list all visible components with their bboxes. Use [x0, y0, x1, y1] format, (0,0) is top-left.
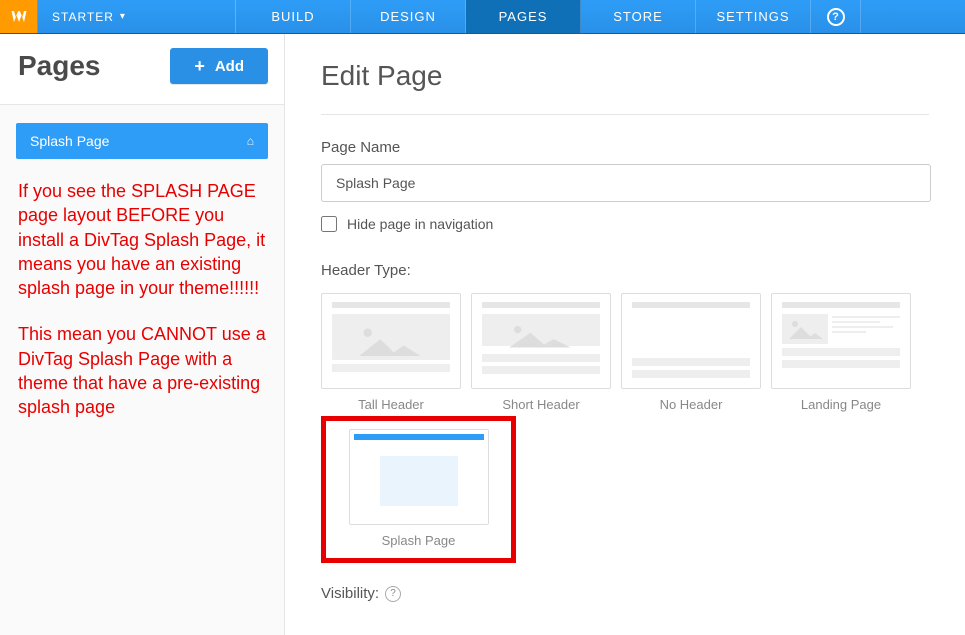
- help-icon: ?: [827, 8, 845, 26]
- header-option-landing: Landing Page: [771, 293, 911, 412]
- header-type-label: Header Type:: [321, 262, 929, 279]
- plan-label: STARTER: [52, 10, 114, 24]
- top-nav: STARTER ▾ BUILD DESIGN PAGES STORE SETTI…: [0, 0, 965, 34]
- tab-store[interactable]: STORE: [581, 0, 696, 33]
- page-name-input[interactable]: [321, 164, 931, 202]
- header-thumb-splash[interactable]: [349, 429, 489, 525]
- page-item-label: Splash Page: [30, 133, 109, 149]
- splash-highlight: Splash Page: [321, 416, 516, 563]
- help-button[interactable]: ?: [811, 0, 861, 33]
- divider: [321, 114, 929, 115]
- hide-nav-checkbox[interactable]: [321, 216, 337, 232]
- sidebar-page-item[interactable]: Splash Page ⌂: [16, 123, 268, 159]
- page-name-label: Page Name: [321, 139, 929, 156]
- thumb-label: Short Header: [502, 397, 579, 412]
- sidebar-header: Pages + Add: [0, 34, 284, 105]
- header-thumb-landing[interactable]: [771, 293, 911, 389]
- visibility-help-icon[interactable]: ?: [385, 586, 401, 602]
- sidebar-title: Pages: [18, 50, 101, 82]
- tab-pages[interactable]: PAGES: [466, 0, 581, 33]
- content: Edit Page Page Name Hide page in navigat…: [285, 34, 965, 635]
- hide-nav-row: Hide page in navigation: [321, 216, 929, 232]
- weebly-logo-icon: [9, 7, 29, 27]
- header-option-short: Short Header: [471, 293, 611, 412]
- thumb-label: Tall Header: [358, 397, 424, 412]
- header-thumb-short[interactable]: [471, 293, 611, 389]
- sidebar: Pages + Add Splash Page ⌂ If you see the…: [0, 34, 285, 635]
- annotation: If you see the SPLASH PAGE page layout B…: [18, 179, 266, 420]
- header-thumb-tall[interactable]: [321, 293, 461, 389]
- thumb-label: No Header: [660, 397, 723, 412]
- page-heading: Edit Page: [321, 60, 929, 92]
- hide-nav-label: Hide page in navigation: [347, 216, 493, 232]
- plan-dropdown[interactable]: STARTER ▾: [38, 0, 236, 33]
- plus-icon: +: [194, 57, 205, 75]
- tab-build[interactable]: BUILD: [236, 0, 351, 33]
- visibility-row: Visibility: ?: [321, 585, 929, 602]
- header-option-none: No Header: [621, 293, 761, 412]
- tab-design[interactable]: DESIGN: [351, 0, 466, 33]
- main: Pages + Add Splash Page ⌂ If you see the…: [0, 34, 965, 635]
- chevron-down-icon: ▾: [120, 11, 126, 22]
- logo[interactable]: [0, 0, 38, 33]
- add-page-button[interactable]: + Add: [170, 48, 268, 84]
- thumb-label: Splash Page: [382, 533, 456, 548]
- thumb-label: Landing Page: [801, 397, 881, 412]
- header-option-tall: Tall Header: [321, 293, 461, 412]
- header-thumb-none[interactable]: [621, 293, 761, 389]
- header-type-options: Tall Header Short Header: [321, 293, 929, 412]
- home-icon: ⌂: [247, 134, 254, 148]
- visibility-label: Visibility:: [321, 585, 379, 602]
- tab-settings[interactable]: SETTINGS: [696, 0, 811, 33]
